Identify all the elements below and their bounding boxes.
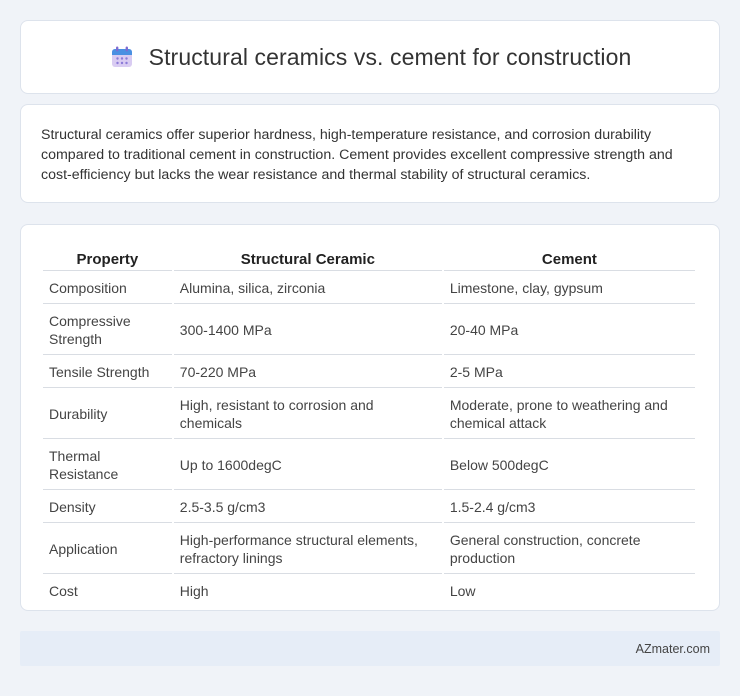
property-cell: Composition: [43, 273, 172, 304]
ceramic-cell: 2.5-3.5 g/cm3: [173, 492, 442, 523]
header-cement: Cement: [443, 247, 695, 271]
calendar-icon: [109, 44, 135, 70]
property-cell: Durability: [43, 390, 172, 439]
footer-brand: AZmater.com: [635, 641, 710, 656]
property-cell: Thermal Resistance: [43, 441, 172, 490]
property-cell: Compressive Strength: [43, 306, 172, 355]
ceramic-cell: Alumina, silica, zirconia: [173, 273, 442, 304]
ceramic-cell: Up to 1600degC: [173, 441, 442, 490]
header-structural-ceramic: Structural Ceramic: [173, 247, 442, 271]
cement-cell: 2-5 MPa: [443, 357, 695, 388]
property-cell: Application: [43, 525, 172, 574]
footer-bar: AZmater.com: [20, 631, 720, 666]
page-title: Structural ceramics vs. cement for const…: [148, 43, 632, 70]
property-cell: Density: [43, 492, 172, 523]
summary-card: Structural ceramics offer superior hardn…: [20, 104, 720, 203]
cement-cell: 20-40 MPa: [443, 306, 695, 355]
cement-cell: Limestone, clay, gypsum: [443, 273, 695, 304]
property-cell: Tensile Strength: [43, 357, 172, 388]
ceramic-cell: 70-220 MPa: [173, 357, 442, 388]
table-row: Application High-performance structural …: [43, 525, 695, 574]
table-row: Composition Alumina, silica, zirconia Li…: [43, 273, 695, 304]
cement-cell: 1.5-2.4 g/cm3: [443, 492, 695, 523]
table-row: Durability High, resistant to corrosion …: [43, 390, 695, 439]
title-card: Structural ceramics vs. cement for const…: [20, 20, 720, 94]
table-header-row: Property Structural Ceramic Cement: [43, 247, 695, 271]
table-row: Density 2.5-3.5 g/cm3 1.5-2.4 g/cm3: [43, 492, 695, 523]
comparison-table: Property Structural Ceramic Cement Compo…: [41, 245, 697, 608]
ceramic-cell: 300-1400 MPa: [173, 306, 442, 355]
cement-cell: Below 500degC: [443, 441, 695, 490]
ceramic-cell: High: [179, 583, 209, 599]
table-card: Property Structural Ceramic Cement Compo…: [20, 224, 720, 611]
table-row: Thermal Resistance Up to 1600degC Below …: [43, 441, 695, 490]
summary-text: Structural ceramics offer superior hardn…: [41, 127, 673, 183]
cement-cell: Moderate, prone to weathering and chemic…: [443, 390, 695, 439]
title-wrap: Structural ceramics vs. cement for const…: [109, 44, 632, 71]
cement-cell: Low: [449, 583, 476, 599]
table-row: Compressive Strength 300-1400 MPa 20-40 …: [43, 306, 695, 355]
ceramic-cell: High, resistant to corrosion and chemica…: [173, 390, 442, 439]
table-row: Cost High Low: [43, 576, 695, 606]
table-row: Tensile Strength 70-220 MPa 2-5 MPa: [43, 357, 695, 388]
header-property: Property: [43, 247, 172, 271]
ceramic-cell: High-performance structural elements, re…: [173, 525, 442, 574]
property-cell: Cost: [49, 583, 78, 599]
cement-cell: General construction, concrete productio…: [443, 525, 695, 574]
